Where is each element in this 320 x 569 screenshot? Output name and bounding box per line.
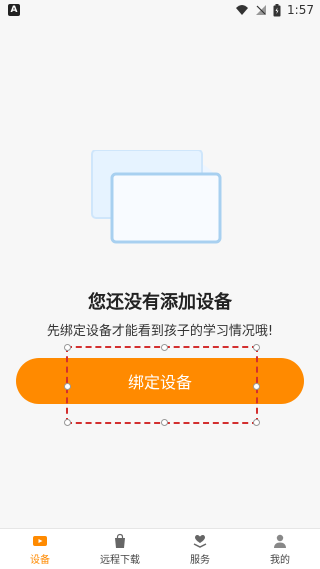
bottom-navigation: 设备 远程下载 服务 我的 bbox=[0, 528, 320, 569]
empty-device-illustration bbox=[91, 150, 222, 244]
bind-device-label: 绑定设备 bbox=[127, 373, 192, 392]
status-icons: 1:57 bbox=[235, 3, 314, 17]
profile-icon bbox=[274, 534, 286, 548]
status-bar: A 1:57 bbox=[0, 0, 320, 22]
resize-handle[interactable] bbox=[64, 344, 71, 351]
nav-item-remote-download[interactable]: 远程下载 bbox=[80, 529, 160, 569]
resize-handle[interactable] bbox=[253, 419, 260, 426]
nav-item-profile[interactable]: 我的 bbox=[240, 529, 320, 569]
status-time: 1:57 bbox=[287, 3, 314, 17]
device-icon bbox=[33, 536, 47, 546]
empty-subtitle: 先绑定设备才能看到孩子的学习情况哦! bbox=[46, 324, 274, 339]
battery-icon bbox=[273, 3, 281, 16]
nav-item-service[interactable]: 服务 bbox=[160, 529, 240, 569]
signal-icon bbox=[256, 5, 267, 15]
nav-label-service: 服务 bbox=[190, 555, 210, 566]
notification-icon: A bbox=[8, 4, 20, 16]
nav-label-remote-download: 远程下载 bbox=[100, 555, 140, 566]
nav-item-device[interactable]: 设备 bbox=[0, 529, 80, 569]
resize-handle[interactable] bbox=[161, 419, 168, 426]
wifi-icon bbox=[236, 5, 249, 15]
nav-label-profile: 我的 bbox=[270, 555, 290, 566]
resize-handle[interactable] bbox=[64, 419, 71, 426]
bind-device-button[interactable]: 绑定设备 bbox=[16, 358, 304, 404]
nav-label-device: 设备 bbox=[30, 555, 50, 566]
heart-hand-icon bbox=[193, 535, 207, 548]
resize-handle[interactable] bbox=[161, 344, 168, 351]
empty-title: 您还没有添加设备 bbox=[88, 292, 232, 313]
resize-handle[interactable] bbox=[253, 344, 260, 351]
bag-icon bbox=[115, 533, 125, 548]
